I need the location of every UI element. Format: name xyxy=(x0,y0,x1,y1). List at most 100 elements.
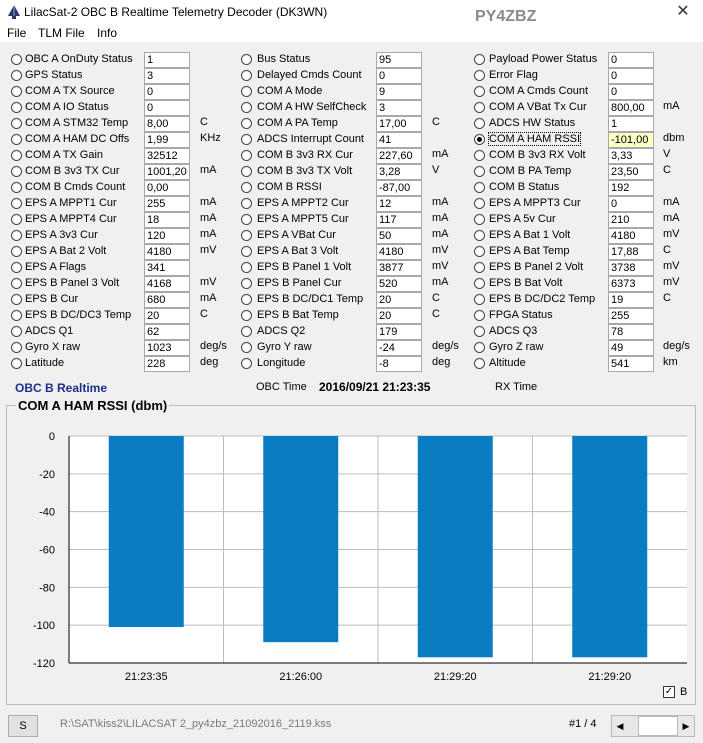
rx-time-label: RX Time xyxy=(495,381,538,393)
telemetry-unit: mA xyxy=(663,196,680,208)
menu-file[interactable]: File xyxy=(7,26,26,40)
telemetry-radio[interactable] xyxy=(474,86,485,97)
telemetry-unit: mV xyxy=(663,228,680,240)
telemetry-unit: mA xyxy=(663,100,680,112)
telemetry-radio[interactable] xyxy=(474,134,485,145)
telemetry-label[interactable]: EPS A Bat Temp xyxy=(489,245,570,257)
telemetry-radio[interactable] xyxy=(474,166,485,177)
telemetry-label[interactable]: ADCS HW Status xyxy=(489,117,575,129)
telemetry-value: 78 xyxy=(608,324,654,340)
telemetry-label[interactable]: COM A HAM RSSI xyxy=(487,132,582,146)
telemetry-row: EPS A Bat 1 Volt 4180 mV xyxy=(0,228,703,244)
telemetry-unit: V xyxy=(663,148,671,160)
telemetry-label[interactable]: COM A Cmds Count xyxy=(489,85,588,97)
telemetry-row: Error Flag 0 xyxy=(0,68,703,84)
telemetry-label[interactable]: FPGA Status xyxy=(489,309,553,321)
telemetry-label[interactable]: ADCS Q3 xyxy=(489,325,537,337)
telemetry-radio[interactable] xyxy=(474,246,485,257)
telemetry-row: Altitude 541 km xyxy=(0,356,703,372)
chart-bar xyxy=(263,436,339,643)
telemetry-radio[interactable] xyxy=(474,118,485,129)
telemetry-row: EPS B Bat Volt 6373 mV xyxy=(0,276,703,292)
telemetry-unit: mA xyxy=(663,212,680,224)
telemetry-value: 23,50 xyxy=(608,164,654,180)
telemetry-row: EPS B DC/DC2 Temp 19 C xyxy=(0,292,703,308)
telemetry-row: EPS A Bat Temp 17,88 C xyxy=(0,244,703,260)
x-tick-label: 21:29:20 xyxy=(434,671,477,683)
telemetry-radio[interactable] xyxy=(474,150,485,161)
menu-tlm-file[interactable]: TLM File xyxy=(38,26,85,40)
telemetry-value: 6373 xyxy=(608,276,654,292)
telemetry-label[interactable]: Payload Power Status xyxy=(489,53,597,65)
page-counter: #1 / 4 xyxy=(569,718,597,730)
x-tick-label: 21:26:00 xyxy=(279,671,322,683)
title-bar: LilacSat-2 OBC B Realtime Telemetry Deco… xyxy=(0,0,703,25)
b-checkbox[interactable]: ✓ xyxy=(663,686,675,698)
close-icon[interactable]: ✕ xyxy=(663,0,703,24)
telemetry-radio[interactable] xyxy=(474,294,485,305)
chart-bar xyxy=(417,436,493,658)
telemetry-label[interactable]: COM B Status xyxy=(489,181,559,193)
telemetry-value: 3738 xyxy=(608,260,654,276)
telemetry-label[interactable]: COM B PA Temp xyxy=(489,165,571,177)
telemetry-label[interactable]: EPS B DC/DC2 Temp xyxy=(489,293,595,305)
telemetry-radio[interactable] xyxy=(474,54,485,65)
telemetry-label[interactable]: Gyro Z raw xyxy=(489,341,543,353)
s-button[interactable]: S xyxy=(8,715,38,737)
chart-bar xyxy=(572,436,648,658)
telemetry-radio[interactable] xyxy=(474,326,485,337)
y-tick-label: -20 xyxy=(39,469,55,481)
satellite-app-icon xyxy=(8,5,20,19)
scroll-left-icon[interactable]: ◀ xyxy=(612,716,628,736)
telemetry-label[interactable]: Altitude xyxy=(489,357,526,369)
telemetry-value: 4180 xyxy=(608,228,654,244)
telemetry-radio[interactable] xyxy=(474,230,485,241)
telemetry-unit: C xyxy=(663,244,671,256)
telemetry-unit: dbm xyxy=(663,132,685,144)
status-bar: S R:\SAT\kiss2\LILACSAT 2_py4zbz_2109201… xyxy=(0,710,703,743)
telemetry-radio[interactable] xyxy=(474,358,485,369)
scroll-right-icon[interactable]: ▶ xyxy=(678,716,694,736)
telemetry-radio[interactable] xyxy=(474,214,485,225)
telemetry-radio[interactable] xyxy=(474,70,485,81)
menu-info[interactable]: Info xyxy=(97,26,117,40)
telemetry-label[interactable]: EPS A 5v Cur xyxy=(489,213,556,225)
telemetry-label[interactable]: COM A VBat Tx Cur xyxy=(489,101,587,113)
telemetry-row: ADCS Q3 78 xyxy=(0,324,703,340)
telemetry-row: EPS A MPPT3 Cur 0 mA xyxy=(0,196,703,212)
telemetry-unit: C xyxy=(663,292,671,304)
telemetry-label[interactable]: EPS B Panel 2 Volt xyxy=(489,261,583,273)
telemetry-label[interactable]: COM B 3v3 RX Volt xyxy=(489,149,586,161)
telemetry-radio[interactable] xyxy=(474,310,485,321)
menu-bar: File TLM File Info xyxy=(0,24,703,42)
scroll-thumb[interactable] xyxy=(638,716,678,736)
b-checkbox-label: B xyxy=(680,686,688,698)
telemetry-value: 49 xyxy=(608,340,654,356)
telemetry-row: COM B 3v3 RX Volt 3,33 V xyxy=(0,148,703,164)
telemetry-value: 17,88 xyxy=(608,244,654,260)
telemetry-row: COM A VBat Tx Cur 800,00 mA xyxy=(0,100,703,116)
telemetry-radio[interactable] xyxy=(474,278,485,289)
telemetry-label[interactable]: EPS B Bat Volt xyxy=(489,277,562,289)
telemetry-row: Gyro Z raw 49 deg/s xyxy=(0,340,703,356)
telemetry-value: 0 xyxy=(608,84,654,100)
telemetry-radio[interactable] xyxy=(474,342,485,353)
telemetry-label[interactable]: EPS A Bat 1 Volt xyxy=(489,229,570,241)
telemetry-radio[interactable] xyxy=(474,102,485,113)
telemetry-unit: km xyxy=(663,356,678,368)
telemetry-label[interactable]: EPS A MPPT3 Cur xyxy=(489,197,581,209)
x-tick-label: 21:23:35 xyxy=(125,671,168,683)
telemetry-value: -101,00 xyxy=(608,132,654,148)
telemetry-row: COM A HAM RSSI -101,00 dbm xyxy=(0,132,703,148)
y-tick-label: -120 xyxy=(33,658,55,670)
telemetry-radio[interactable] xyxy=(474,262,485,273)
y-tick-label: -80 xyxy=(39,582,55,594)
record-scrollbar[interactable]: ◀ ▶ xyxy=(611,715,695,737)
obc-time-label: OBC Time xyxy=(256,381,307,393)
telemetry-label[interactable]: Error Flag xyxy=(489,69,538,81)
x-tick-label: 21:29:20 xyxy=(588,671,631,683)
telemetry-radio[interactable] xyxy=(474,182,485,193)
telemetry-row: EPS A 5v Cur 210 mA xyxy=(0,212,703,228)
telemetry-radio[interactable] xyxy=(474,198,485,209)
chart-bar xyxy=(108,436,184,628)
